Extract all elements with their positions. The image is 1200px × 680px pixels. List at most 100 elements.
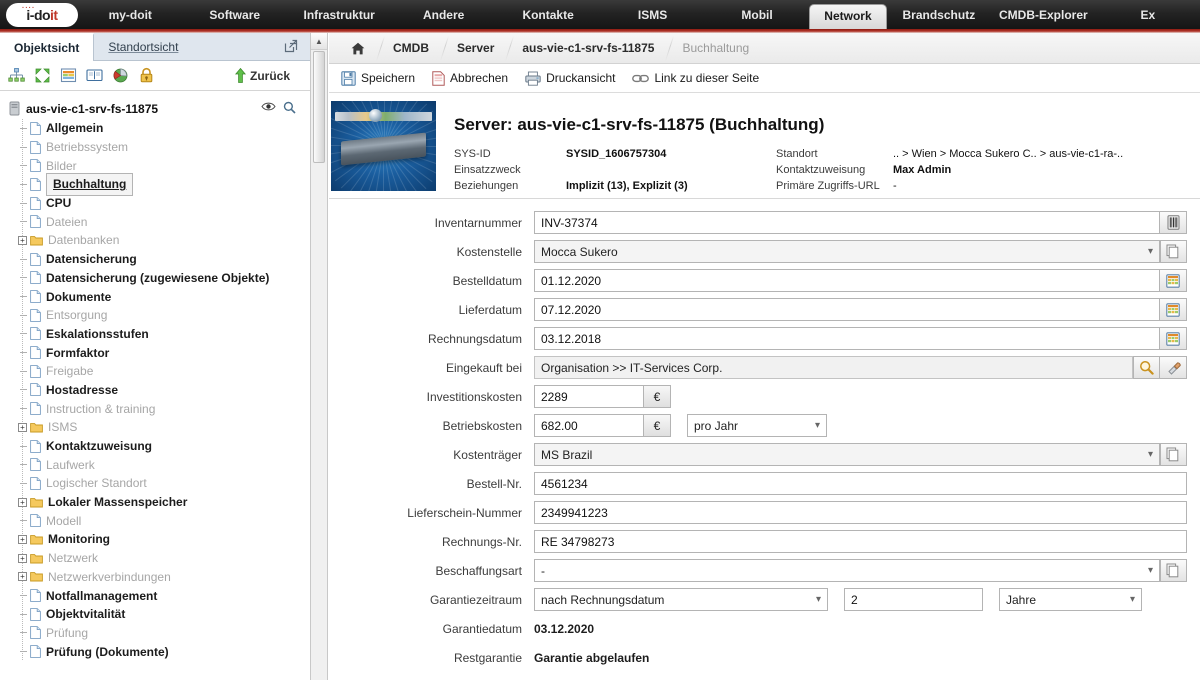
breadcrumb-item-server[interactable]: Server [445,33,510,64]
barcode-icon[interactable] [1160,211,1187,234]
nav-item-isms[interactable]: ISMS [600,8,704,29]
garantiezeitraum-select[interactable]: nach Rechnungsdatum ▾ [534,588,828,611]
lieferdatum-input[interactable]: 07.12.2020 [534,298,1160,321]
tree-item-netzwerkverbindungen[interactable]: + Netzwerkverbindungen [8,568,310,587]
print-view-button[interactable]: Druckansicht [525,71,615,86]
garantiezeitraum-amount-input[interactable]: 2 [844,588,983,611]
tree-item-formfaktor[interactable]: Formfaktor [8,343,310,362]
expand-icon[interactable]: + [18,534,27,544]
tree-item-kontaktzuweisung[interactable]: Kontaktzuweisung [8,437,310,456]
tree-item-datenbanken[interactable]: + Datenbanken [8,231,310,250]
nav-item-ex[interactable]: Ex [1096,8,1200,29]
nav-item-cmdb-explorer[interactable]: CMDB-Explorer [991,8,1095,29]
pie-chart-icon[interactable] [112,67,129,84]
bestelldatum-input[interactable]: 01.12.2020 [534,269,1160,292]
page-link-button[interactable]: Link zu dieser Seite [632,71,759,85]
tree-item-freigabe[interactable]: Freigabe [8,362,310,381]
investitionskosten-input[interactable]: 2289 [534,385,644,408]
popout-icon[interactable] [284,39,298,53]
lieferschein-nummer-input[interactable]: 2349941223 [534,501,1187,524]
tree-item-isms[interactable]: + ISMS [8,418,310,437]
nav-item-my-doit[interactable]: my-doit [78,8,182,29]
tree-item-betriebssystem[interactable]: Betriebssystem [8,138,310,157]
tree-item-hostadresse[interactable]: Hostadresse [8,381,310,400]
breadcrumb-item-aus-vie-c1-srv-fs-11875[interactable]: aus-vie-c1-srv-fs-11875 [510,33,670,64]
scroll-up-button[interactable]: ▲ [311,33,327,50]
nav-item-brandschutz[interactable]: Brandschutz [887,8,991,29]
kostenstelle-select[interactable]: Mocca Sukero ▾ [534,240,1160,263]
tree-item-dateien[interactable]: Dateien [8,212,310,231]
hierarchy-icon[interactable] [8,67,25,84]
idoit-logo[interactable]: ···· i-do it [6,3,78,27]
calendar-icon[interactable] [1160,269,1187,292]
expand-icon[interactable]: + [18,572,27,582]
magnifier-icon[interactable] [283,101,296,117]
nav-item-infrastruktur[interactable]: Infrastruktur [287,8,391,29]
lock-icon[interactable] [138,67,155,84]
eye-icon[interactable] [261,101,276,117]
tree-item-instruction-training[interactable]: Instruction & training [8,399,310,418]
tree-item-cpu[interactable]: CPU [8,194,310,213]
currency-euro-button[interactable]: € [644,414,671,437]
tree-item-modell[interactable]: Modell [8,511,310,530]
tree-item-buchhaltung[interactable]: Buchhaltung [8,172,310,196]
breadcrumb-home[interactable] [339,33,381,64]
tree-item-lokaler-massenspeicher[interactable]: + Lokaler Massenspeicher [8,493,310,512]
book-icon[interactable] [86,67,103,84]
save-button[interactable]: Speichern [341,70,415,86]
copy-icon[interactable] [1160,240,1187,263]
tree-item-datensicherung[interactable]: Datensicherung [8,250,310,269]
tree-item-netzwerk[interactable]: + Netzwerk [8,549,310,568]
tree-item-notfallmanagement[interactable]: Notfallmanagement [8,586,310,605]
rechnungsdatum-input[interactable]: 03.12.2018 [534,327,1160,350]
bestell-nr-input[interactable]: 4561234 [534,472,1187,495]
tree-root-label[interactable]: aus-vie-c1-srv-fs-11875 [26,102,158,116]
tree-item-dokumente[interactable]: Dokumente [8,287,310,306]
expand-icon[interactable]: + [18,497,27,507]
nav-item-andere[interactable]: Andere [391,8,495,29]
unlink-icon[interactable] [1160,356,1187,379]
back-button[interactable]: Zurück [234,68,302,83]
kostentraeger-select[interactable]: MS Brazil ▾ [534,443,1160,466]
betriebskosten-interval-select[interactable]: pro Jahr ▾ [687,414,827,437]
tree-item-datensicherung-zugewiesene-objekte-[interactable]: Datensicherung (zugewiesene Objekte) [8,269,310,288]
nav-item-software[interactable]: Software [182,8,286,29]
expand-icon[interactable]: + [18,553,27,563]
expand-icon[interactable]: + [18,422,27,432]
breadcrumb-item-cmdb[interactable]: CMDB [381,33,445,64]
inventarnummer-input[interactable]: INV-37374 [534,211,1160,234]
rechnungs-nr-input[interactable]: RE 34798273 [534,530,1187,553]
tree-item-pr-fung-dokumente-[interactable]: Prüfung (Dokumente) [8,642,310,661]
tree-item-logischer-standort[interactable]: Logischer Standort [8,474,310,493]
expand-icon[interactable]: + [18,235,27,245]
tree-item-monitoring[interactable]: + Monitoring [8,530,310,549]
expand-all-icon[interactable] [34,67,51,84]
tree-root-row[interactable]: aus-vie-c1-srv-fs-11875 [8,99,310,119]
nav-item-mobil[interactable]: Mobil [705,8,809,29]
scrollbar-thumb[interactable] [313,51,325,163]
magnifier-icon[interactable] [1133,356,1160,379]
standort-value[interactable]: .. > Wien > Mocca Sukero C.. > aus-vie-c… [893,146,1123,162]
eingekauft-bei-input[interactable]: Organisation >> IT-Services Corp. [534,356,1133,379]
calendar-icon[interactable] [1160,327,1187,350]
tab-objektsicht[interactable]: Objektsicht [0,33,95,61]
tree-item-eskalationsstufen[interactable]: Eskalationsstufen [8,325,310,344]
tree-item-allgemein[interactable]: Allgemein [8,119,310,138]
beschaffungsart-select[interactable]: - ▾ [534,559,1160,582]
tree-item-pr-fung[interactable]: Prüfung [8,624,310,643]
nav-item-kontakte[interactable]: Kontakte [496,8,600,29]
betriebskosten-input[interactable]: 682.00 [534,414,644,437]
tree-item-objektvitalit-t[interactable]: Objektvitalität [8,605,310,624]
left-panel-scrollbar[interactable]: ▲ [311,33,328,680]
currency-euro-button[interactable]: € [644,385,671,408]
nav-item-network[interactable]: Network [809,4,887,29]
calendar-icon[interactable] [1160,298,1187,321]
tree-item-laufwerk[interactable]: Laufwerk [8,455,310,474]
copy-icon[interactable] [1160,443,1187,466]
garantiezeitraum-unit-select[interactable]: Jahre ▾ [999,588,1142,611]
tab-standortsicht[interactable]: Standortsicht [94,33,192,60]
spreadsheet-icon[interactable] [60,67,77,84]
cancel-button[interactable]: Abbrechen [432,70,508,86]
tree-item-entsorgung[interactable]: Entsorgung [8,306,310,325]
copy-icon[interactable] [1160,559,1187,582]
